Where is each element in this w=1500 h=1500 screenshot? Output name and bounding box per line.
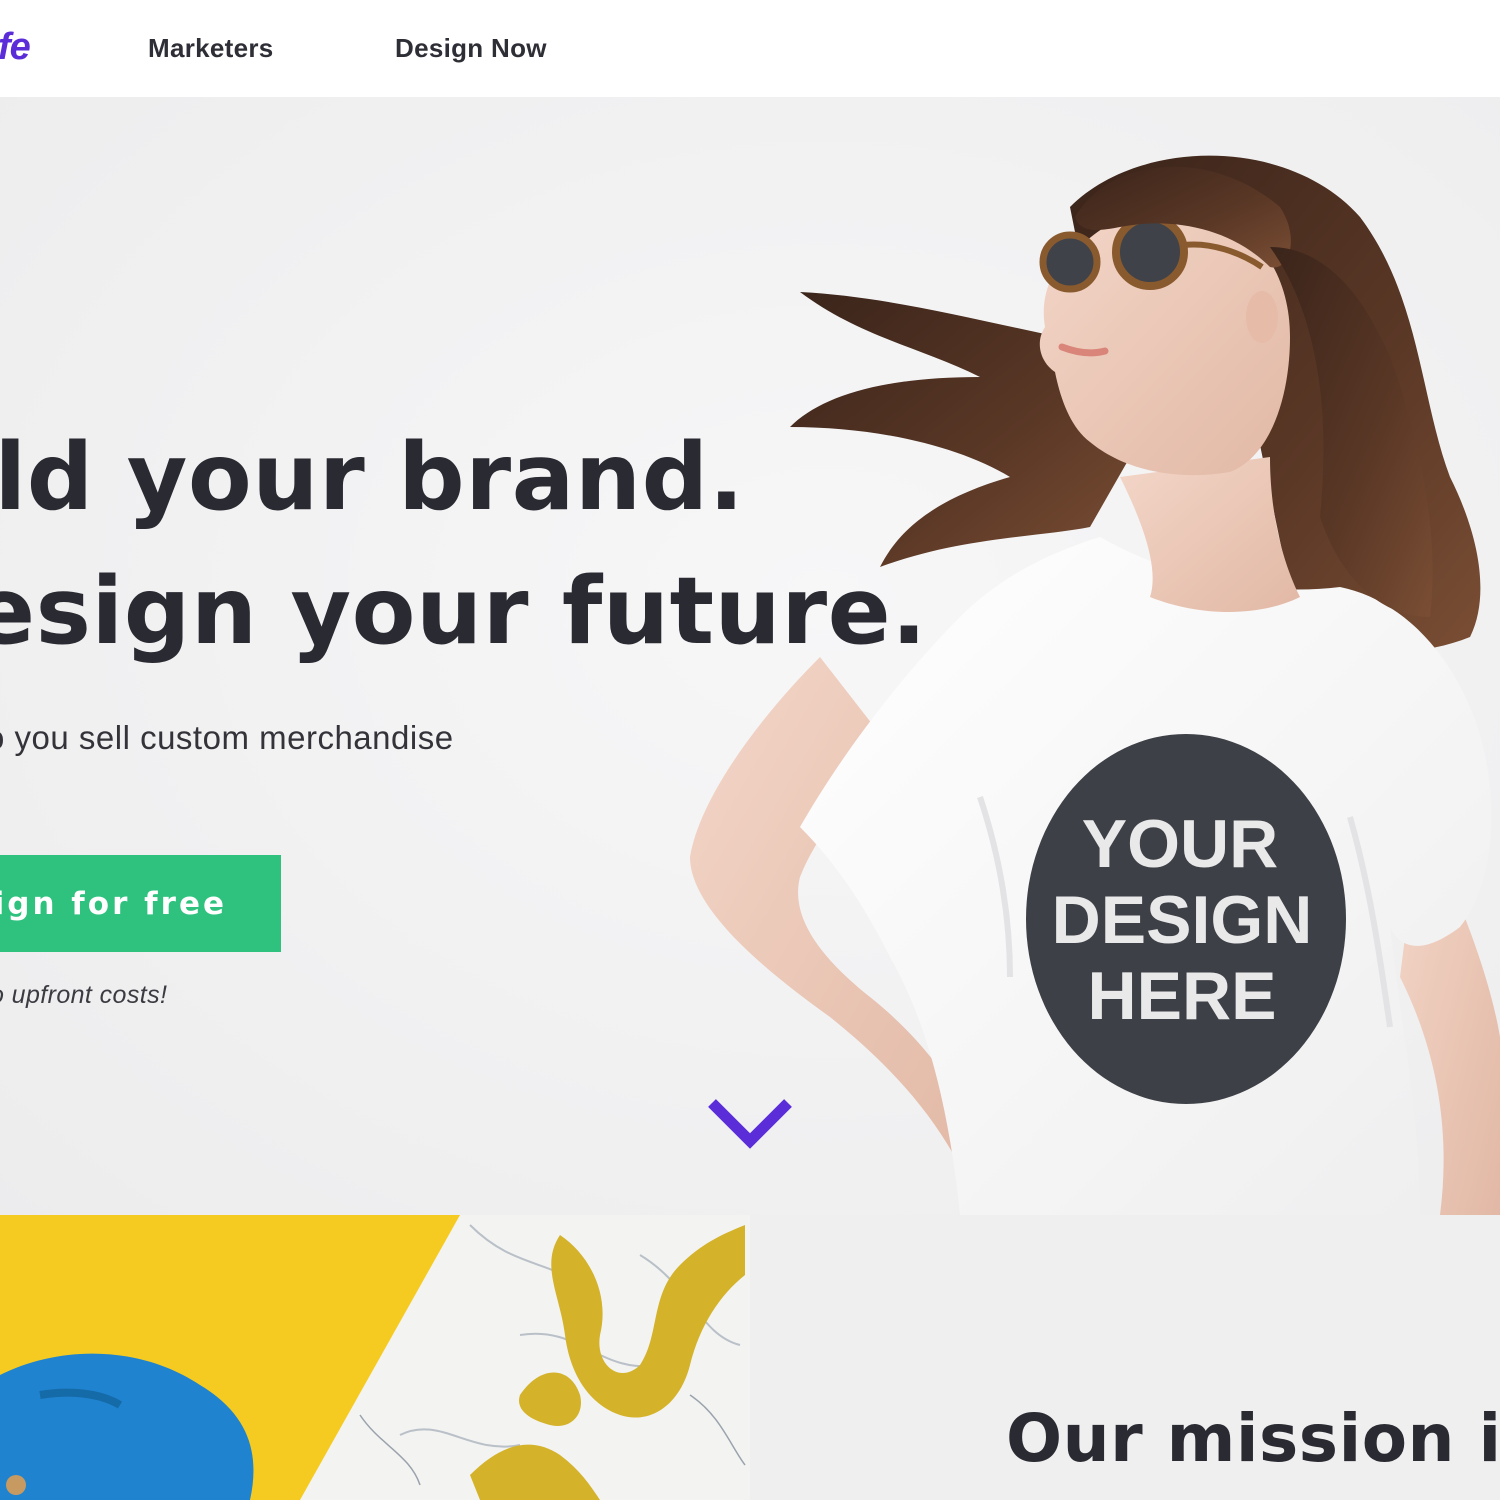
nav-link-marketers[interactable]: Marketers: [148, 33, 274, 64]
phone-cases-photo: [0, 1215, 750, 1500]
design-for-free-button[interactable]: ign for free: [0, 855, 281, 952]
shirt-text-line: YOUR: [1082, 806, 1278, 882]
mission-section: Our mission is: [750, 1215, 1500, 1500]
shirt-text-line: HERE: [1088, 958, 1277, 1034]
shirt-text-line: DESIGN: [1052, 882, 1313, 958]
top-navigation-bar: fe Marketers Design Now: [0, 0, 1500, 97]
hero-section: YOUR DESIGN HERE ild your brand. esign y…: [0, 97, 1500, 1215]
no-upfront-costs-note: o upfront costs!: [0, 981, 168, 1009]
nav-link-design-now[interactable]: Design Now: [395, 33, 547, 64]
hero-subtext: o you sell custom merchandise: [0, 719, 454, 756]
mission-heading: Our mission is: [1006, 1400, 1500, 1477]
chevron-down-icon[interactable]: [704, 1093, 796, 1155]
hero-headline-line-2: esign your future.: [0, 557, 928, 665]
hero-headline-line-1: ild your brand.: [0, 423, 745, 531]
brand-logo[interactable]: fe: [0, 26, 31, 69]
